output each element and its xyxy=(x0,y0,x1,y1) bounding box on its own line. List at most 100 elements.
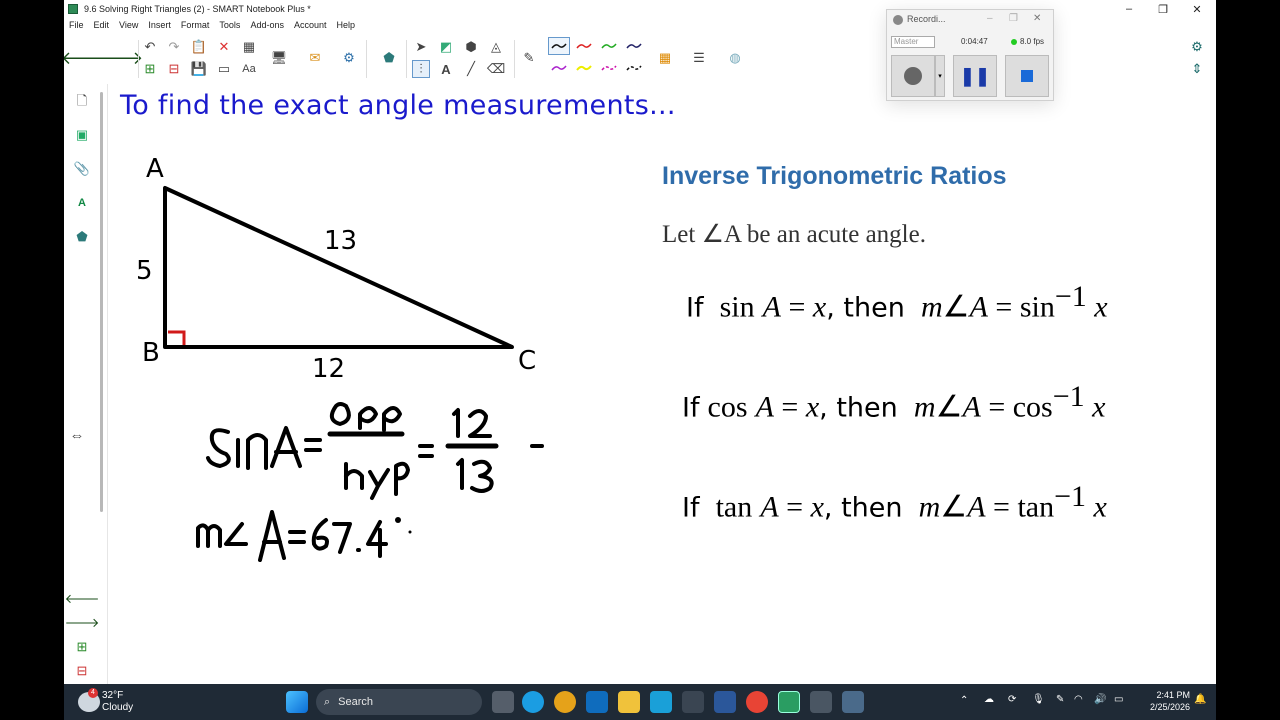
text-tools-icon[interactable]: Aa xyxy=(240,60,258,78)
taskbar-search[interactable]: ⌕ Search xyxy=(316,689,482,715)
file-explorer-icon[interactable] xyxy=(618,691,640,713)
save-icon[interactable]: 💾 xyxy=(190,60,208,78)
menu-insert[interactable]: Insert xyxy=(148,20,171,30)
pen-blue[interactable] xyxy=(623,37,645,55)
pen-purple[interactable] xyxy=(548,59,570,77)
table-icon[interactable]: ▦ xyxy=(240,38,258,56)
line-icon[interactable]: ╱ xyxy=(462,60,480,78)
store-icon[interactable] xyxy=(682,691,704,713)
chrome-icon[interactable] xyxy=(746,691,768,713)
rail-add-page-icon[interactable]: ⊞ xyxy=(73,638,91,656)
app-icon-blue[interactable] xyxy=(650,691,672,713)
delete-icon[interactable]: ✕ xyxy=(215,38,233,56)
redo-icon[interactable]: ↷ xyxy=(165,38,183,56)
next-page-icon[interactable]: 🡒 xyxy=(95,48,143,68)
settings-icon[interactable]: ⚙ xyxy=(1188,38,1206,56)
microphone-icon[interactable]: 🎙 xyxy=(1032,694,1045,705)
add-page-icon[interactable]: ⊞ xyxy=(141,60,159,78)
page-sorter-icon[interactable]: 🗋 xyxy=(73,93,91,112)
taskbar-clock[interactable]: 2:41 PM 2/25/2026 xyxy=(1130,689,1190,713)
rail-delete-page-icon[interactable]: ⊟ xyxy=(73,662,91,680)
battery-icon[interactable]: ▭ xyxy=(1114,694,1123,705)
sync-icon[interactable]: ⟳ xyxy=(1008,694,1016,705)
pen-green[interactable] xyxy=(598,37,620,55)
recorder-taskbar-icon[interactable] xyxy=(810,691,832,713)
record-button[interactable] xyxy=(891,55,935,97)
pen-magenta[interactable] xyxy=(598,59,620,77)
task-view-icon[interactable] xyxy=(492,691,514,713)
measure-icon[interactable]: ⫶ xyxy=(412,60,430,78)
inverse-trig-title: Inverse Trigonometric Ratios xyxy=(662,162,1007,190)
activity-icon[interactable]: ✉ xyxy=(306,49,324,67)
menu-edit[interactable]: Edit xyxy=(94,20,110,30)
volume-icon[interactable]: 🔊 xyxy=(1094,694,1106,705)
screen-shade-icon[interactable]: ▭ xyxy=(215,60,233,78)
recorder-minimize-button[interactable]: – xyxy=(987,13,993,24)
line-style-icon[interactable]: ☰ xyxy=(690,49,708,67)
eraser-shape-icon[interactable]: ◬ xyxy=(487,38,505,56)
edge-icon[interactable] xyxy=(522,691,544,713)
show-hidden-icons-icon[interactable]: ⌃ xyxy=(960,695,968,706)
inverse-sin-rule: If sin A = x, then m∠A = sin−1 x xyxy=(686,280,1108,324)
recorder-close-button[interactable]: ✕ xyxy=(1033,13,1041,24)
pause-button[interactable]: ❚❚ xyxy=(953,55,997,97)
stop-button[interactable] xyxy=(1005,55,1049,97)
source-select[interactable]: Master xyxy=(891,36,935,48)
wifi-icon[interactable]: ◠ xyxy=(1074,694,1083,705)
attachments-icon[interactable]: 📎 xyxy=(73,160,91,178)
menu-account[interactable]: Account xyxy=(294,20,327,30)
notebook-page[interactable]: To find the exact angle measurements... xyxy=(108,84,1216,684)
notifications-icon[interactable]: 🔔 xyxy=(1194,694,1206,705)
pen-black[interactable] xyxy=(548,37,570,55)
minimize-button[interactable]: – xyxy=(1112,0,1146,18)
menu-file[interactable]: File xyxy=(69,20,84,30)
chrome-canary-icon[interactable] xyxy=(554,691,576,713)
addons-tab-icon[interactable]: ⬟ xyxy=(73,228,91,246)
pen-icon[interactable]: ✎ xyxy=(520,49,538,67)
onedrive-icon[interactable]: ☁ xyxy=(984,694,994,705)
pen-yellow[interactable] xyxy=(573,59,595,77)
toolbar-move-icon[interactable]: ⇕ xyxy=(1188,60,1206,78)
previous-page-icon[interactable]: 🡐 xyxy=(64,48,109,68)
addon-icon[interactable]: ⚙ xyxy=(340,49,358,67)
pen-menu-icon[interactable]: ✎ xyxy=(1056,694,1064,705)
menu-format[interactable]: Format xyxy=(181,20,210,30)
clipboard-icon[interactable]: 📋 xyxy=(190,38,208,56)
search-placeholder: Search xyxy=(338,696,374,708)
fill-icon[interactable]: ⬢ xyxy=(462,38,480,56)
recorder-maximize-button[interactable]: ❐ xyxy=(1009,13,1018,24)
text-icon[interactable]: A xyxy=(437,60,455,78)
gallery-icon[interactable]: ▣ xyxy=(73,126,91,144)
rail-previous-icon[interactable]: 🡐 xyxy=(65,590,100,608)
shape-tool-icon[interactable]: ◩ xyxy=(437,38,455,56)
pen-red[interactable] xyxy=(573,37,595,55)
menu-tools[interactable]: Tools xyxy=(219,20,240,30)
undo-icon[interactable]: ↶ xyxy=(141,38,159,56)
ink-dot xyxy=(408,530,412,534)
rail-scrollbar[interactable] xyxy=(100,92,103,512)
menu-addons[interactable]: Add-ons xyxy=(250,20,284,30)
color-palette-icon[interactable]: ▦ xyxy=(656,49,674,67)
eraser-icon[interactable]: ⌫ xyxy=(487,60,505,78)
remote-desktop-icon[interactable] xyxy=(842,691,864,713)
pen-dashed[interactable] xyxy=(623,59,645,77)
display-icon[interactable]: 🖥 xyxy=(270,49,288,67)
shapes-icon[interactable]: ⬟ xyxy=(380,49,398,67)
effects-icon[interactable]: ◍ xyxy=(726,49,744,67)
inverse-tan-rule: If tan A = x, then m∠A = tan−1 x xyxy=(682,480,1107,524)
menu-view[interactable]: View xyxy=(119,20,138,30)
close-button[interactable]: ✕ xyxy=(1180,0,1214,18)
start-button[interactable] xyxy=(286,691,308,713)
record-options-dropdown[interactable]: ▾ xyxy=(935,55,945,97)
smart-notebook-taskbar-icon[interactable] xyxy=(778,691,800,713)
properties-icon[interactable]: A xyxy=(73,194,91,212)
menu-help[interactable]: Help xyxy=(337,20,356,30)
outlook-icon[interactable] xyxy=(586,691,608,713)
resize-handle-icon[interactable]: ⇔ xyxy=(68,426,86,444)
rail-next-icon[interactable]: 🡒 xyxy=(65,614,100,632)
side-ab-label: 5 xyxy=(136,256,153,286)
maximize-button[interactable]: ❐ xyxy=(1146,0,1180,18)
delete-page-icon[interactable]: ⊟ xyxy=(165,60,183,78)
word-icon[interactable] xyxy=(714,691,736,713)
select-icon[interactable]: ➤ xyxy=(412,38,430,56)
